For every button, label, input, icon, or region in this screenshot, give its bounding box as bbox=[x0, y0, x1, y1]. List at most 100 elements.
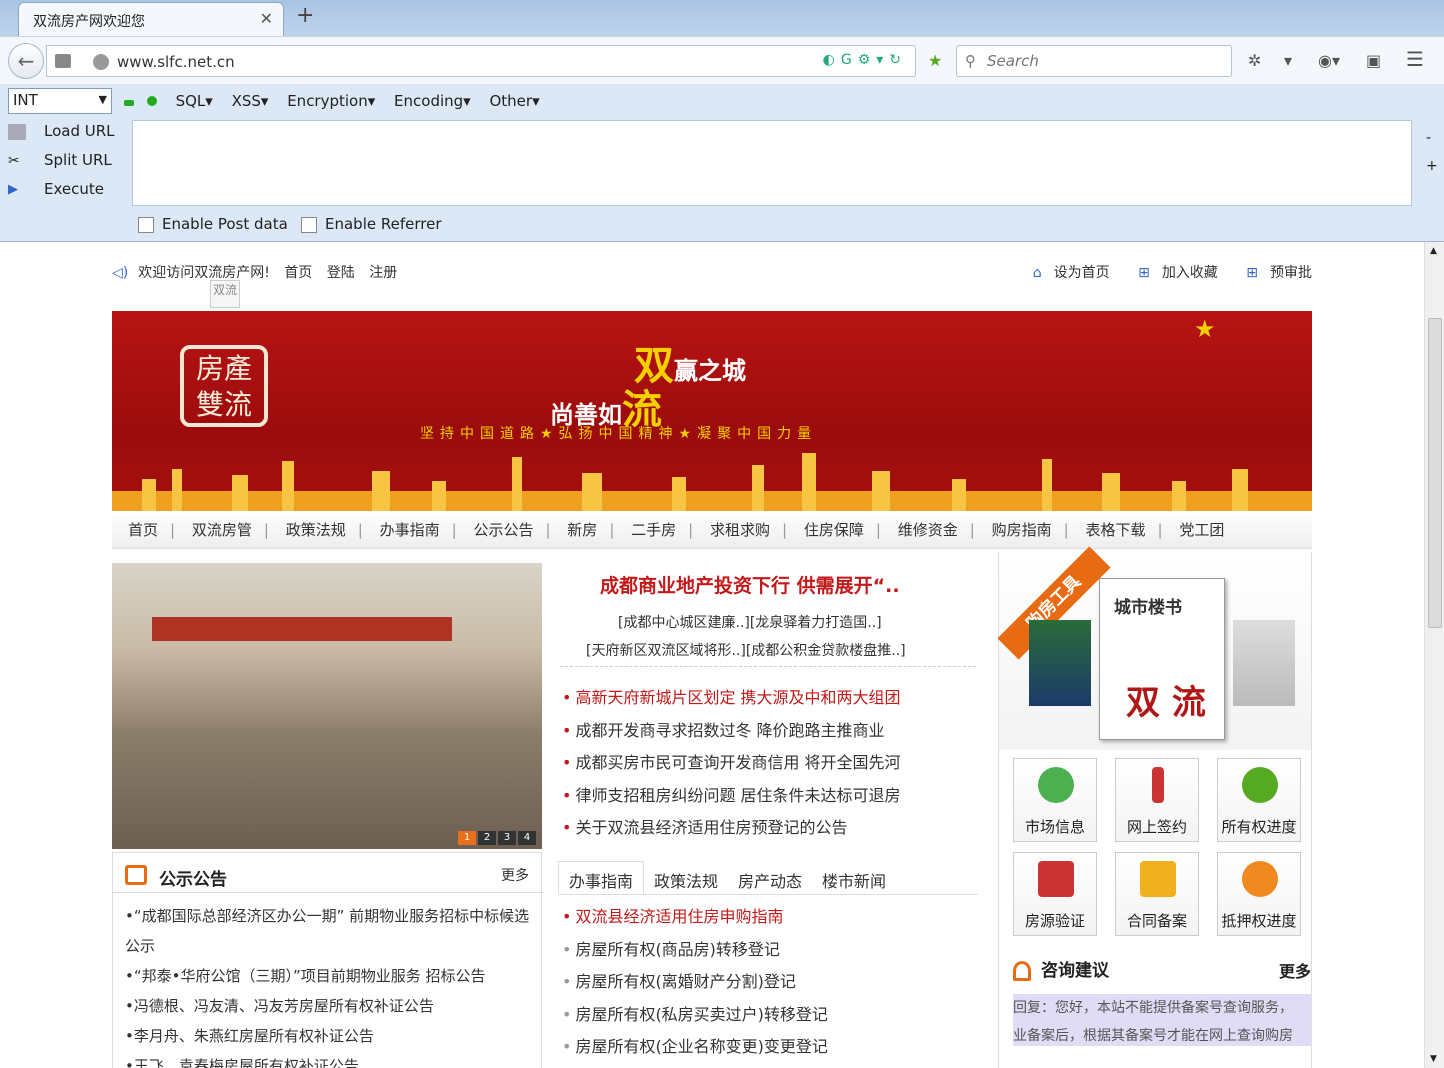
banner-slogan: 坚持中国道路★弘扬中国精神★凝聚中国力量 bbox=[420, 426, 818, 442]
navigation-toolbar: ← www.slfc.net.cn ◐G⚙▾↻ ★ ⚲ ✲ ▾ ◉▾ ▣ ☰ bbox=[0, 36, 1444, 84]
url-bar[interactable]: www.slfc.net.cn ◐G⚙▾↻ bbox=[46, 45, 916, 77]
int-select[interactable]: INT ▼ bbox=[8, 88, 112, 114]
nav-item[interactable]: 维修资金 bbox=[898, 521, 958, 539]
top-bar-right: ⌂ 设为首页 ⊞ 加入收藏 ⊞ 预审批 bbox=[1009, 262, 1312, 282]
link-login[interactable]: 登陆 bbox=[327, 265, 355, 281]
sub-link-row[interactable]: [成都中心城区建廉..][龙泉驿着力打造国..] bbox=[618, 612, 882, 632]
url-textarea[interactable] bbox=[132, 120, 1412, 206]
advice-reply[interactable]: 回复：您好，本站不能提供备案号查询服务， 业备案后，根据其备案号才能在网上查询购房 bbox=[1013, 994, 1311, 1046]
advice-more-link[interactable]: 更多 bbox=[1279, 958, 1311, 982]
nav-item[interactable]: 党工团 bbox=[1179, 521, 1224, 539]
list-item[interactable]: •“成都国际总部经济区办公一期” 前期物业服务招标中标候选 bbox=[125, 901, 545, 931]
scroll-down-icon[interactable]: ▼ bbox=[1430, 1054, 1437, 1064]
menu-sql[interactable]: SQL▾ bbox=[176, 92, 213, 110]
list-item[interactable]: • 关于双流县经济适用住房预登记的公告 bbox=[562, 812, 901, 845]
pager-dot[interactable]: 2 bbox=[478, 831, 496, 845]
tool-ownership-progress[interactable]: 所有权进度 bbox=[1217, 758, 1301, 842]
menu-encryption[interactable]: Encryption▾ bbox=[287, 92, 375, 110]
list-item[interactable]: •王飞、袁春梅房屋所有权补证公告 bbox=[125, 1051, 545, 1068]
list-item[interactable]: • 律师支招租房纠纷问题 居住条件未达标可退房 bbox=[562, 780, 901, 813]
notice-more-link[interactable]: 更多 bbox=[501, 865, 529, 885]
tool-mortgage-progress[interactable]: 抵押权进度 bbox=[1217, 852, 1301, 936]
vertical-scrollbar[interactable]: ▲ ▼ bbox=[1424, 242, 1444, 1068]
search-box[interactable]: ⚲ bbox=[956, 45, 1232, 77]
tab-market-news[interactable]: 楼市新闻 bbox=[812, 862, 896, 895]
play-icon: ▶ bbox=[8, 181, 18, 197]
menu-icon[interactable]: ☰ bbox=[1406, 47, 1424, 71]
chevron-down-icon[interactable]: ▾ bbox=[1284, 51, 1292, 70]
tool-contract-filing[interactable]: 合同备案 bbox=[1115, 852, 1199, 936]
speech-bubble-icon bbox=[125, 865, 147, 885]
back-button[interactable]: ← bbox=[8, 43, 44, 79]
list-item[interactable]: 公示 bbox=[125, 931, 545, 961]
tool-market-info[interactable]: 市场信息 bbox=[1013, 758, 1097, 842]
link-register[interactable]: 注册 bbox=[369, 265, 397, 281]
welcome-text: 欢迎访问双流房产网! bbox=[138, 265, 270, 281]
addon-icons[interactable]: ◐G⚙▾↻ bbox=[823, 52, 907, 68]
pager-dot[interactable]: 3 bbox=[498, 831, 516, 845]
screenshot-icon[interactable]: ▣ bbox=[1366, 51, 1381, 70]
link-home[interactable]: 首页 bbox=[284, 265, 312, 281]
enable-post-checkbox[interactable]: Enable Post data bbox=[138, 215, 288, 233]
nav-item[interactable]: 双流房管 bbox=[192, 521, 252, 539]
tab-guide[interactable]: 办事指南 bbox=[558, 861, 645, 894]
pager-dot[interactable]: 1 bbox=[458, 831, 476, 845]
list-item[interactable]: • 房屋所有权(私房买卖过户)转移登记 bbox=[562, 999, 828, 1032]
nav-item[interactable]: 表格下载 bbox=[1085, 521, 1145, 539]
split-url-button[interactable]: ✂ Split URL bbox=[8, 151, 112, 169]
tab-dynamics[interactable]: 房产动态 bbox=[728, 862, 812, 895]
pre-approval-link[interactable]: ⊞ 预审批 bbox=[1234, 265, 1312, 281]
browser-tab[interactable]: 双流房产网欢迎您 ✕ bbox=[18, 2, 284, 36]
tool-listing-verify[interactable]: 房源验证 bbox=[1013, 852, 1097, 936]
bug-icon[interactable]: ✲ bbox=[1248, 51, 1261, 70]
nav-item[interactable]: 住房保障 bbox=[804, 521, 864, 539]
news-photo-slideshow[interactable]: 1234 bbox=[112, 563, 542, 849]
list-item[interactable]: • 成都买房市民可查询开发商信用 将开全国先河 bbox=[562, 747, 901, 780]
nav-item[interactable]: 首页 bbox=[128, 521, 158, 539]
star-addon-icon[interactable]: ★ bbox=[928, 51, 942, 70]
load-url-button[interactable]: Load URL bbox=[8, 122, 115, 140]
nav-item[interactable]: 办事指南 bbox=[380, 521, 440, 539]
list-item[interactable]: • 房屋所有权(商品房)转移登记 bbox=[562, 934, 828, 967]
tool-online-sign[interactable]: 网上签约 bbox=[1115, 758, 1199, 842]
minus-icon[interactable] bbox=[124, 100, 134, 106]
add-favorite-link[interactable]: ⊞ 加入收藏 bbox=[1126, 265, 1218, 281]
enable-referrer-checkbox[interactable]: Enable Referrer bbox=[301, 215, 441, 233]
city-book[interactable]: 城市楼书 双 流 bbox=[1099, 578, 1225, 740]
set-homepage-link[interactable]: ⌂ 设为首页 bbox=[1021, 265, 1110, 281]
nav-item[interactable]: 新房 bbox=[567, 521, 597, 539]
nav-item[interactable]: 求租求购 bbox=[710, 521, 770, 539]
nav-item[interactable]: 购房指南 bbox=[992, 521, 1052, 539]
list-item[interactable]: • 高新天府新城片区划定 携大源及中和两大组团 bbox=[562, 682, 901, 715]
nav-item[interactable]: 公示公告 bbox=[473, 521, 533, 539]
list-item[interactable]: •“邦泰•华府公馆（三期）”项目前期物业服务 招标公告 bbox=[125, 961, 545, 991]
menu-xss[interactable]: XSS▾ bbox=[232, 92, 269, 110]
magazine-cover[interactable] bbox=[1029, 620, 1091, 706]
resize-controls[interactable]: - + bbox=[1426, 124, 1438, 180]
page-info-icon[interactable] bbox=[55, 54, 71, 68]
close-tab-icon[interactable]: ✕ bbox=[260, 9, 273, 28]
list-item[interactable]: • 双流县经济适用住房申购指南 bbox=[562, 901, 828, 934]
menu-encoding[interactable]: Encoding▾ bbox=[394, 92, 471, 110]
new-tab-icon[interactable]: + bbox=[296, 3, 314, 28]
sub-link-row[interactable]: [天府新区双流区域将形..][成都公积金贷款楼盘推..] bbox=[586, 640, 906, 660]
nav-item[interactable]: 政策法规 bbox=[286, 521, 346, 539]
profile-icon[interactable]: ◉▾ bbox=[1318, 51, 1340, 70]
url-text[interactable]: www.slfc.net.cn bbox=[117, 53, 235, 71]
tab-policy[interactable]: 政策法规 bbox=[644, 862, 728, 895]
list-item[interactable]: • 房屋所有权(离婚财产分割)登记 bbox=[562, 966, 828, 999]
list-item[interactable]: • 房屋所有权(企业名称变更)变更登记 bbox=[562, 1031, 828, 1064]
scrollbar-thumb[interactable] bbox=[1428, 318, 1442, 628]
list-item[interactable]: • 成都开发商寻求招数过冬 降价跑路主推商业 bbox=[562, 715, 901, 748]
search-input[interactable] bbox=[987, 50, 1223, 72]
list-item[interactable]: •李月舟、朱燕红房屋所有权补证公告 bbox=[125, 1021, 545, 1051]
list-item[interactable]: •冯德根、冯友清、冯友芳房屋所有权补证公告 bbox=[125, 991, 545, 1021]
plus-icon[interactable] bbox=[146, 96, 157, 106]
scroll-up-icon[interactable]: ▲ bbox=[1430, 246, 1437, 256]
headline-link[interactable]: 成都商业地产投资下行 供需展开“.. bbox=[600, 571, 900, 598]
nav-item[interactable]: 二手房 bbox=[631, 521, 676, 539]
magazine-cover[interactable] bbox=[1233, 620, 1295, 706]
pager-dot[interactable]: 4 bbox=[518, 831, 536, 845]
menu-other[interactable]: Other▾ bbox=[489, 92, 539, 110]
execute-button[interactable]: ▶ Execute bbox=[8, 180, 104, 198]
